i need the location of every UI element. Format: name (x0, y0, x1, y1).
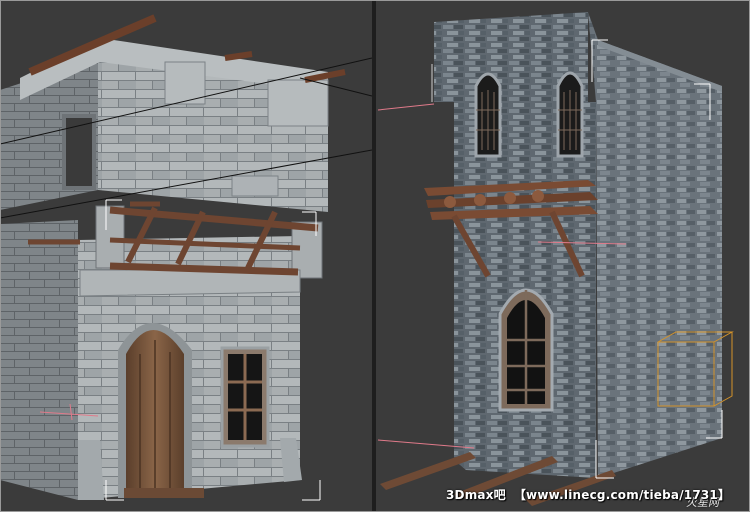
roof-beam-2 (224, 51, 253, 61)
upper-window (62, 114, 96, 190)
buttress-left (78, 440, 104, 500)
watermark: 3Dmax吧 【www.linecg.com/tieba/1731】 (446, 486, 730, 503)
viewport-left[interactable] (0, 0, 372, 512)
watermark-url: 【www.linecg.com/tieba/1731】 (513, 488, 731, 502)
lower-side-wall (0, 220, 78, 500)
viewport-right[interactable]: 火星网 (376, 0, 750, 512)
viewport-layout: 火星网 3Dmax吧 【www.linecg.com/tieba/1731】 (0, 0, 750, 512)
axis-line-1 (377, 103, 435, 111)
corbel-left (95, 205, 125, 269)
left-scene (0, 14, 372, 501)
right-scene (377, 12, 734, 506)
watermark-brand: 3Dmax吧 (446, 488, 506, 502)
stone-block (231, 175, 279, 197)
door-step (124, 488, 204, 498)
merlon-2 (267, 79, 329, 127)
